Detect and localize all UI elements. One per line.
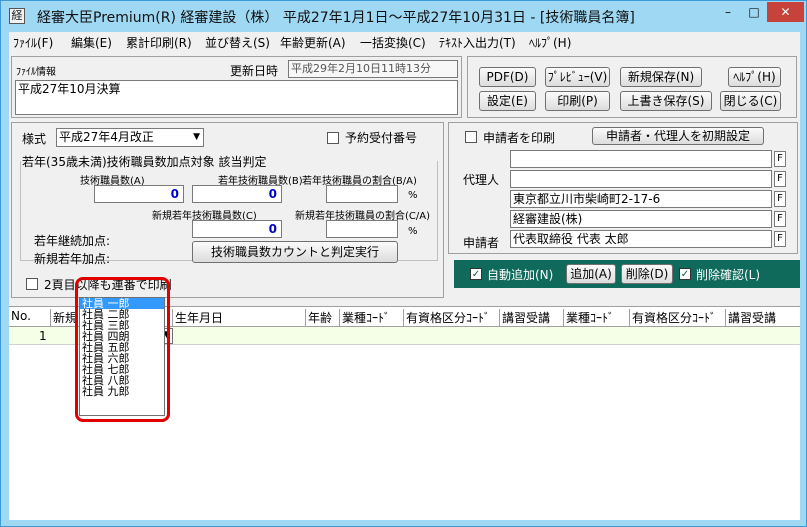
action-bar: ✓ 自動追加(N) 追加(A) 削除(D) ✓ 削除確認(L): [454, 260, 800, 288]
red-highlight-annotation: [75, 277, 170, 422]
close-button[interactable]: 閉じる(C): [720, 91, 781, 111]
serial-print-checkbox[interactable]: [26, 278, 38, 290]
chevron-down-icon[interactable]: ▼: [193, 129, 200, 146]
file-info-panel: ﾌｧｲﾙ情報 更新日時 平成29年2月10日11時13分 平成27年10月決算: [11, 56, 462, 118]
applicant-panel: 申請者を印刷 申請者・代理人を初期設定 代理人 F F 東京都立川市柴崎町2-1…: [448, 122, 798, 254]
auto-add-checkbox[interactable]: ✓: [470, 268, 482, 280]
agent-field-3[interactable]: 東京都立川市柴崎町2-17-6: [510, 190, 772, 208]
add-button[interactable]: 追加(A): [566, 264, 616, 284]
col-qualification-code-2[interactable]: 有資格区分ｺｰﾄﾞ: [630, 309, 726, 327]
updated-label: 更新日時: [230, 64, 279, 78]
style-label: 様式: [22, 132, 47, 146]
print-applicant-checkbox[interactable]: [465, 131, 477, 143]
col-birthdate[interactable]: 生年月日: [173, 309, 306, 327]
menu-bar: ﾌｧｲﾙ(F) 編集(E) 累計印刷(R) 並び替え(S) 年齢更新(A) 一括…: [9, 32, 800, 52]
settings-button[interactable]: 設定(E): [479, 91, 536, 111]
col-qualification-code-1[interactable]: 有資格区分ｺｰﾄﾞ: [404, 309, 500, 327]
title-bar[interactable]: 経 経審大臣Premium(R) 経審建設（株） 平成27年1月1日～平成27年…: [1, 1, 806, 31]
row-no: 1: [39, 329, 47, 343]
file-info-label: ﾌｧｲﾙ情報: [16, 67, 56, 78]
help-button[interactable]: ﾍﾙﾌﾟ(H): [728, 67, 781, 87]
delete-confirm-label: 削除確認(L): [696, 268, 761, 282]
col-training-1[interactable]: 講習受講: [500, 309, 564, 327]
style-select-value: 平成27年4月改正: [59, 130, 154, 144]
col-industry-code-2[interactable]: 業種ｺｰﾄﾞ: [564, 309, 630, 327]
f-button-2[interactable]: F: [774, 171, 786, 187]
app-icon[interactable]: 経: [9, 8, 25, 24]
menu-edit[interactable]: 編集(E): [71, 34, 112, 51]
agent-label: 代理人: [463, 173, 500, 187]
print-button[interactable]: 印刷(P): [545, 91, 610, 111]
new-ratio-field[interactable]: [326, 220, 398, 238]
updated-value: 平成29年2月10日11時13分: [288, 60, 458, 78]
f-button-4[interactable]: F: [774, 211, 786, 227]
pdf-button[interactable]: PDF(D): [479, 67, 536, 87]
print-applicant-label: 申請者を印刷: [483, 131, 556, 145]
form-panel: 様式 平成27年4月改正 ▼ 予約受付番号 若年(35歳未満)技術職員数加点対象…: [11, 122, 444, 298]
menu-sort[interactable]: 並び替え(S): [205, 34, 270, 51]
maximize-button[interactable]: □: [741, 2, 767, 22]
agent-field-2[interactable]: [510, 170, 772, 188]
applicant-label: 申請者: [463, 236, 500, 250]
new-bonus-label: 新規若年加点:: [34, 252, 111, 266]
save-new-button[interactable]: 新規保存(N): [620, 67, 702, 87]
f-button-1[interactable]: F: [774, 151, 786, 167]
applicant-field[interactable]: 代表取締役 代表 太郎: [510, 230, 772, 248]
young-count-field[interactable]: 0: [192, 185, 282, 203]
young-ratio-field[interactable]: [326, 185, 398, 203]
auto-add-label: 自動追加(N): [487, 268, 554, 282]
menu-file[interactable]: ﾌｧｲﾙ(F): [13, 34, 53, 51]
delete-confirm-checkbox[interactable]: ✓: [679, 268, 691, 280]
command-panel: PDF(D) ﾌﾟﾚﾋﾞｭｰ(V) 新規保存(N) ﾍﾙﾌﾟ(H) 設定(E) …: [467, 56, 797, 118]
app-window: 経 経審大臣Premium(R) 経審建設（株） 平成27年1月1日～平成27年…: [0, 0, 807, 527]
new-ratio-unit: %: [408, 226, 418, 237]
overwrite-save-button[interactable]: 上書き保存(S): [620, 91, 712, 111]
col-training-2[interactable]: 講習受講: [726, 309, 800, 327]
col-industry-code-1[interactable]: 業種ｺｰﾄﾞ: [340, 309, 404, 327]
count-judge-button[interactable]: 技術職員数カウントと判定実行: [192, 241, 398, 263]
new-young-field[interactable]: 0: [192, 220, 282, 238]
reservation-checkbox[interactable]: [327, 132, 339, 144]
style-select[interactable]: 平成27年4月改正 ▼: [56, 128, 204, 147]
window-title: 経審大臣Premium(R) 経審建設（株） 平成27年1月1日～平成27年10…: [37, 10, 635, 26]
menu-cumulative-print[interactable]: 累計印刷(R): [126, 34, 192, 51]
init-applicant-button[interactable]: 申請者・代理人を初期設定: [592, 127, 764, 145]
young-ratio-unit: %: [408, 190, 418, 201]
agent-field-4[interactable]: 経審建設(株): [510, 210, 772, 228]
agent-field-1[interactable]: [510, 150, 772, 168]
f-button-5[interactable]: F: [774, 231, 786, 247]
close-window-button[interactable]: ✕: [767, 2, 804, 22]
preview-button[interactable]: ﾌﾟﾚﾋﾞｭｰ(V): [545, 67, 610, 87]
menu-age-update[interactable]: 年齢更新(A): [280, 34, 346, 51]
continuation-label: 若年継続加点:: [34, 234, 111, 248]
menu-help[interactable]: ﾍﾙﾌﾟ(H): [529, 34, 571, 51]
col-age[interactable]: 年齢: [306, 309, 340, 327]
file-memo-field[interactable]: 平成27年10月決算: [15, 80, 458, 115]
col-no[interactable]: No.: [9, 309, 51, 327]
f-button-3[interactable]: F: [774, 191, 786, 207]
tech-count-field[interactable]: 0: [94, 185, 184, 203]
menu-text-io[interactable]: ﾃｷｽﾄ入出力(T): [439, 34, 516, 51]
minimize-button[interactable]: –: [715, 2, 741, 22]
menu-bulk-convert[interactable]: 一括変換(C): [360, 34, 426, 51]
reservation-label: 予約受付番号: [345, 131, 418, 145]
delete-button[interactable]: 削除(D): [621, 264, 673, 284]
